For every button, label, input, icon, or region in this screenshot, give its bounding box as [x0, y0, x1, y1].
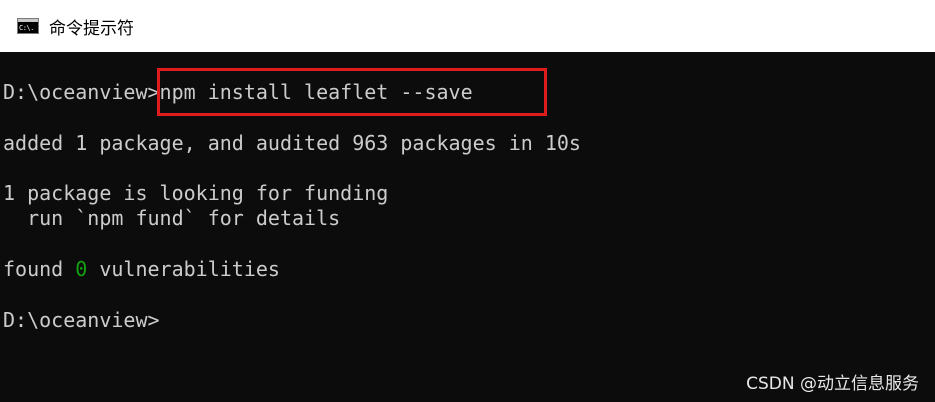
- output-funding: 1 package is looking for funding: [3, 181, 389, 205]
- prompt-line: D:\oceanview>: [3, 308, 160, 332]
- watermark: CSDN @动立信息服务: [746, 374, 919, 394]
- output-vulnerabilities: found 0 vulnerabilities: [3, 257, 280, 281]
- window-title: 命令提示符: [49, 18, 134, 39]
- command-text: npm install leaflet --save: [159, 80, 473, 104]
- output-added: added 1 package, and audited 963 package…: [3, 131, 581, 155]
- cmd-icon-glyph: C:\.: [19, 24, 34, 32]
- command-line: D:\oceanview>npm install leaflet --save: [3, 80, 473, 104]
- prompt: D:\oceanview>: [3, 80, 160, 104]
- title-bar[interactable]: C:\. 命令提示符: [0, 0, 935, 52]
- cmd-window: C:\. 命令提示符 D:\oceanview>npm install leaf…: [0, 0, 935, 402]
- vulnerability-count: 0: [75, 257, 88, 281]
- found-suffix: vulnerabilities: [87, 257, 280, 281]
- console-output[interactable]: D:\oceanview>npm install leaflet --save …: [0, 52, 935, 402]
- found-prefix: found: [3, 257, 76, 281]
- cmd-icon: C:\.: [17, 18, 39, 34]
- output-fund-hint: run `npm fund` for details: [3, 206, 341, 230]
